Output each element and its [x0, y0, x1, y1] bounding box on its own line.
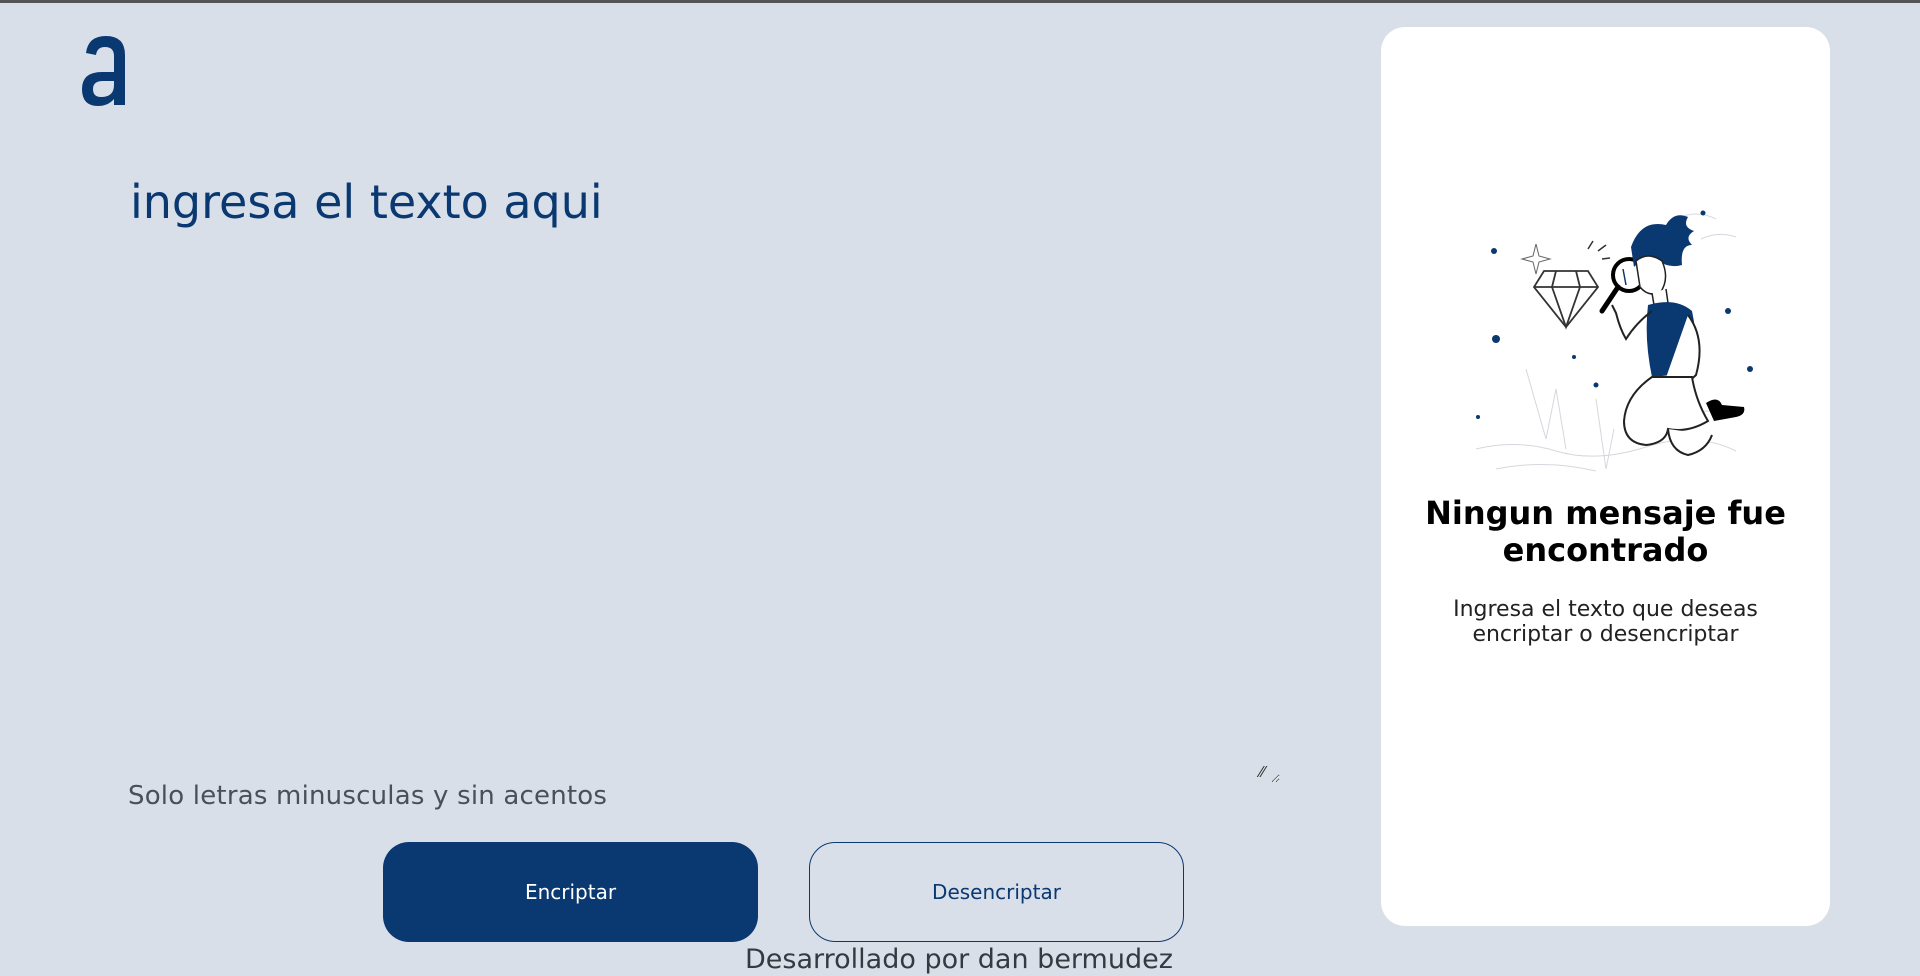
output-panel: Ningun mensaje fue encontrado Ingresa el…: [1381, 27, 1830, 926]
resize-handle-icon[interactable]: ⁄⁄: [1260, 765, 1265, 781]
decrypt-button[interactable]: Desencriptar: [809, 842, 1184, 942]
output-description: Ingresa el texto que deseas encriptar o …: [1453, 597, 1758, 647]
footer-credit: Desarrollado por dan bermudez: [745, 944, 1173, 975]
output-title: Ningun mensaje fue encontrado: [1425, 494, 1786, 569]
person-with-magnifying-glass-illustration: [1456, 189, 1756, 489]
input-hint: Solo letras minusculas y sin acentos: [128, 781, 607, 811]
encrypt-button[interactable]: Encriptar: [383, 842, 758, 942]
hint-text: Solo letras minusculas y sin acentos: [128, 781, 608, 811]
message-input[interactable]: [130, 173, 1280, 783]
letter-a-logo-icon: [78, 33, 132, 109]
